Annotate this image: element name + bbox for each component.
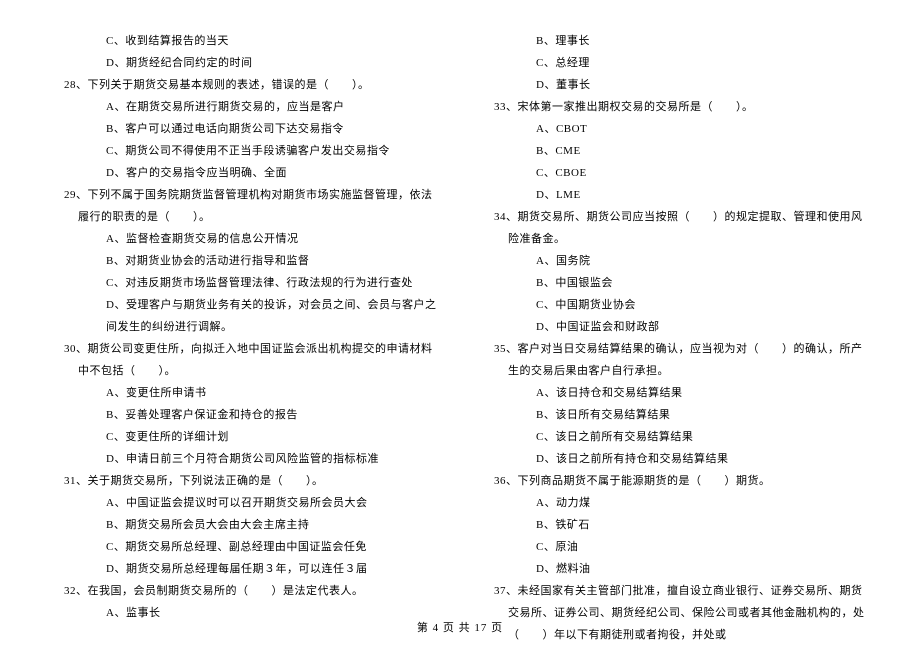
question-num: 36、 — [494, 475, 518, 487]
option-item: D、客户的交易指令应当明确、全面 — [50, 162, 440, 184]
option-item: B、期货交易所会员大会由大会主席主持 — [50, 514, 440, 536]
option-item: C、期货交易所总经理、副总经理由中国证监会任免 — [50, 536, 440, 558]
option-item: A、该日持仓和交易结算结果 — [480, 382, 870, 404]
option-item: D、LME — [480, 184, 870, 206]
option-item: D、期货交易所总经理每届任期３年，可以连任３届 — [50, 558, 440, 580]
option-item: B、客户可以通过电话向期货公司下达交易指令 — [50, 118, 440, 140]
question-num: 35、 — [494, 343, 518, 355]
question-num: 29、 — [64, 189, 88, 201]
option-item: D、期货经纪合同约定的时间 — [50, 52, 440, 74]
question-36: 36、下列商品期货不属于能源期货的是（ ）期货。 — [494, 470, 870, 492]
question-num: 30、 — [64, 343, 88, 355]
option-item: C、CBOE — [480, 162, 870, 184]
option-item: C、对违反期货市场监督管理法律、行政法规的行为进行查处 — [50, 272, 440, 294]
question-num: 37、 — [494, 585, 518, 597]
option-item: B、理事长 — [480, 30, 870, 52]
question-35: 35、客户对当日交易结算结果的确认，应当视为对（ ）的确认，所产生的交易后果由客… — [494, 338, 870, 382]
option-item: A、CBOT — [480, 118, 870, 140]
option-item: A、在期货交易所进行期货交易的，应当是客户 — [50, 96, 440, 118]
question-text: 下列不属于国务院期货监督管理机构对期货市场实施监督管理，依法履行的职责的是（ ）… — [78, 189, 433, 223]
page-container: C、收到结算报告的当天 D、期货经纪合同约定的时间 28、下列关于期货交易基本规… — [0, 30, 920, 646]
option-item: B、对期货业协会的活动进行指导和监督 — [50, 250, 440, 272]
option-item: C、总经理 — [480, 52, 870, 74]
question-text: 在我国，会员制期货交易所的（ ）是法定代表人。 — [88, 585, 364, 597]
option-item: C、期货公司不得使用不正当手段诱骗客户发出交易指令 — [50, 140, 440, 162]
page-footer: 第 4 页 共 17 页 — [0, 619, 920, 635]
option-item: C、该日之前所有交易结算结果 — [480, 426, 870, 448]
question-text: 期货交易所、期货公司应当按照（ ）的规定提取、管理和使用风险准备金。 — [508, 211, 863, 245]
question-text: 宋体第一家推出期权交易的交易所是（ ）。 — [518, 101, 754, 113]
question-31: 31、关于期货交易所，下列说法正确的是（ ）。 — [64, 470, 440, 492]
option-item: B、中国银监会 — [480, 272, 870, 294]
option-item: B、妥善处理客户保证金和持仓的报告 — [50, 404, 440, 426]
option-item: D、董事长 — [480, 74, 870, 96]
option-item: C、收到结算报告的当天 — [50, 30, 440, 52]
question-text: 期货公司变更住所，向拟迁入地中国证监会派出机构提交的申请材料中不包括（ ）。 — [78, 343, 433, 377]
question-num: 33、 — [494, 101, 518, 113]
question-33: 33、宋体第一家推出期权交易的交易所是（ ）。 — [494, 96, 870, 118]
question-num: 28、 — [64, 79, 88, 91]
question-text: 关于期货交易所，下列说法正确的是（ ）。 — [88, 475, 324, 487]
option-item: D、该日之前所有持仓和交易结算结果 — [480, 448, 870, 470]
question-32: 32、在我国，会员制期货交易所的（ ）是法定代表人。 — [64, 580, 440, 602]
question-28: 28、下列关于期货交易基本规则的表述，错误的是（ ）。 — [64, 74, 440, 96]
option-item: A、国务院 — [480, 250, 870, 272]
question-text: 下列关于期货交易基本规则的表述，错误的是（ ）。 — [88, 79, 370, 91]
question-num: 32、 — [64, 585, 88, 597]
question-37: 37、未经国家有关主管部门批准，擅自设立商业银行、证券交易所、期货交易所、证券公… — [494, 580, 870, 646]
option-item: A、监督检查期货交易的信息公开情况 — [50, 228, 440, 250]
option-item: D、申请日前三个月符合期货公司风险监管的指标标准 — [50, 448, 440, 470]
left-column: C、收到结算报告的当天 D、期货经纪合同约定的时间 28、下列关于期货交易基本规… — [30, 30, 460, 646]
question-29: 29、下列不属于国务院期货监督管理机构对期货市场实施监督管理，依法履行的职责的是… — [64, 184, 440, 228]
option-item: D、燃料油 — [480, 558, 870, 580]
question-30: 30、期货公司变更住所，向拟迁入地中国证监会派出机构提交的申请材料中不包括（ ）… — [64, 338, 440, 382]
option-item: A、动力煤 — [480, 492, 870, 514]
option-item: B、CME — [480, 140, 870, 162]
question-num: 31、 — [64, 475, 88, 487]
option-item: C、变更住所的详细计划 — [50, 426, 440, 448]
option-item: C、原油 — [480, 536, 870, 558]
question-text: 客户对当日交易结算结果的确认，应当视为对（ ）的确认，所产生的交易后果由客户自行… — [508, 343, 863, 377]
option-item: B、铁矿石 — [480, 514, 870, 536]
option-item: D、受理客户与期货业务有关的投诉，对会员之间、会员与客户之间发生的纠纷进行调解。 — [50, 294, 440, 338]
option-item: D、中国证监会和财政部 — [480, 316, 870, 338]
question-34: 34、期货交易所、期货公司应当按照（ ）的规定提取、管理和使用风险准备金。 — [494, 206, 870, 250]
question-text: 下列商品期货不属于能源期货的是（ ）期货。 — [518, 475, 771, 487]
option-item: C、中国期货业协会 — [480, 294, 870, 316]
option-item: A、变更住所申请书 — [50, 382, 440, 404]
option-item: B、该日所有交易结算结果 — [480, 404, 870, 426]
question-num: 34、 — [494, 211, 518, 223]
option-item: A、中国证监会提议时可以召开期货交易所会员大会 — [50, 492, 440, 514]
right-column: B、理事长 C、总经理 D、董事长 33、宋体第一家推出期权交易的交易所是（ ）… — [460, 30, 890, 646]
